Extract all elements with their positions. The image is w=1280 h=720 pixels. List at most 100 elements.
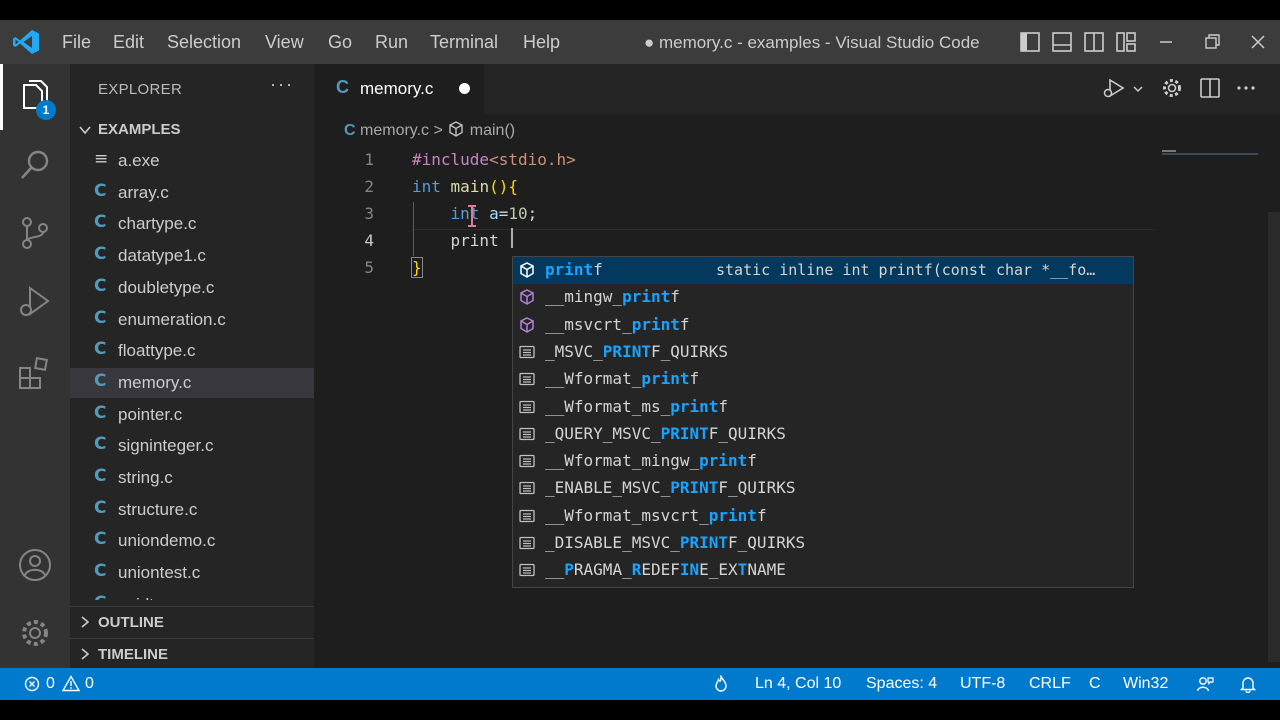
explorer-more-actions[interactable]: ··· — [270, 74, 294, 95]
suggest-item[interactable]: __Wformat_msvcrt_printf — [513, 503, 1133, 530]
file-item[interactable]: Cuniondemo.c — [70, 526, 314, 556]
file-item[interactable]: Cchartype.c — [70, 209, 314, 239]
manage-gear-icon[interactable] — [16, 614, 54, 652]
toggle-secondary-sidebar-icon[interactable] — [1082, 30, 1106, 54]
suggest-item[interactable]: __mingw_printf — [513, 284, 1133, 311]
source-control-icon[interactable] — [16, 214, 54, 252]
timeline-section[interactable]: TIMELINE — [70, 638, 314, 669]
file-name: structure.c — [118, 499, 198, 519]
extensions-icon[interactable] — [16, 354, 54, 392]
suggest-widget[interactable]: printf __mingw_printf __msvcrt_printf _MSVC… — [512, 256, 1134, 588]
file-item[interactable]: Cstring.c — [70, 463, 314, 493]
menu-run[interactable]: Run — [375, 32, 408, 53]
file-item[interactable]: Cdatatype1.c — [70, 241, 314, 271]
suggest-item[interactable]: _ENABLE_MSVC_PRINTF_QUIRKS — [513, 475, 1133, 502]
menu-help[interactable]: Help — [523, 32, 560, 53]
minimize-icon[interactable] — [1154, 30, 1178, 54]
code-line: #include<stdio.h> — [412, 150, 576, 169]
search-icon[interactable] — [16, 146, 54, 184]
folder-examples[interactable]: EXAMPLES — [70, 116, 314, 144]
error-icon[interactable] — [24, 676, 40, 692]
suggest-item[interactable]: _QUERY_MSVC_PRINTF_QUIRKS — [513, 421, 1133, 448]
cursor-position[interactable]: Ln 4, Col 10 — [755, 675, 841, 693]
suggest-item[interactable]: __PRAGMA_REDEFINE_EXTNAME — [513, 557, 1133, 584]
suggest-text: RAGMA_ — [573, 560, 632, 580]
line-number: 4 — [364, 231, 374, 250]
file-name: string.c — [118, 468, 173, 487]
tab-label: memory.c — [360, 79, 434, 98]
text-symbol-icon — [519, 564, 535, 577]
restore-icon[interactable] — [1200, 30, 1224, 54]
file-name: doubletype.c — [118, 277, 215, 297]
suggest-text: NAME — [747, 560, 786, 580]
file-item[interactable]: Cmemory.c — [70, 367, 314, 398]
breadcrumb-symbol[interactable]: main() — [470, 122, 515, 139]
tab-memory-c[interactable]: C memory.c — [314, 64, 484, 114]
breadcrumb-file[interactable]: memory.c — [360, 122, 429, 139]
error-count[interactable]: 0 — [46, 675, 55, 693]
close-icon[interactable] — [1246, 30, 1270, 54]
c-file-icon: C — [94, 339, 107, 360]
menu-go[interactable]: Go — [328, 32, 352, 53]
run-debug-dropdown-icon[interactable] — [1102, 76, 1126, 100]
file-name: datatype1.c — [118, 246, 206, 266]
letterbox-top — [0, 0, 1280, 20]
suggest-item[interactable]: _MSVC_PRINTF_QUIRKS — [513, 339, 1133, 366]
suggest-item[interactable]: __Wformat_ms_printf — [513, 394, 1133, 421]
suggest-item[interactable]: __Wformat_mingw_printf — [513, 448, 1133, 475]
chevron-down-icon[interactable] — [1132, 84, 1144, 94]
settings-gear-icon[interactable] — [1160, 76, 1184, 100]
toggle-panel-icon[interactable] — [1050, 30, 1074, 54]
file-item[interactable]: Cfloattype.c — [70, 336, 314, 366]
suggest-text: __Wformat_ms_ — [545, 396, 671, 416]
feedback-icon[interactable] — [1196, 675, 1214, 693]
suggest-label: __Wformat_mingw_printf — [545, 451, 757, 470]
live-share-flame-icon[interactable] — [712, 675, 730, 693]
language-mode[interactable]: C — [1089, 675, 1101, 693]
file-item[interactable]: Carray.c — [70, 178, 314, 208]
suggest-item[interactable]: _DISABLE_MSVC_PRINTF_QUIRKS — [513, 530, 1133, 557]
menu-view[interactable]: View — [265, 32, 304, 53]
suggest-match: PRINT — [602, 341, 651, 361]
editor-scrollbar[interactable] — [1268, 212, 1280, 662]
notifications-bell-icon[interactable] — [1239, 675, 1257, 693]
encoding[interactable]: UTF-8 — [960, 675, 1005, 693]
suggest-item[interactable]: __Wformat_printf — [513, 366, 1133, 393]
file-item[interactable]: Cpointer.c — [70, 400, 314, 430]
suggest-text: F_QUIRKS — [718, 478, 796, 498]
indentation[interactable]: Spaces: 4 — [866, 675, 937, 693]
toggle-primary-sidebar-icon[interactable] — [1018, 30, 1042, 54]
line-endings[interactable]: CRLF — [1029, 675, 1071, 693]
suggest-text: __Wformat_mingw_ — [545, 451, 700, 471]
minimap[interactable] — [1162, 150, 1258, 158]
menu-edit[interactable]: Edit — [113, 32, 144, 53]
warning-count[interactable]: 0 — [85, 675, 94, 693]
file-item[interactable]: ≡ a.exe — [70, 146, 314, 176]
suggest-item[interactable]: __msvcrt_printf — [513, 312, 1133, 339]
file-item[interactable]: Cdoubletype.c — [70, 273, 314, 303]
menu-selection[interactable]: Selection — [167, 32, 241, 53]
suggest-text: _QUERY_MSVC_ — [545, 423, 661, 443]
split-editor-icon[interactable] — [1198, 76, 1222, 100]
warning-icon[interactable] — [62, 675, 80, 692]
menu-file[interactable]: File — [62, 32, 91, 53]
file-item[interactable]: Cuniontest.c — [70, 558, 314, 588]
unsaved-dot-icon[interactable] — [459, 83, 470, 94]
customize-layout-icon[interactable] — [1114, 30, 1138, 54]
chevron-right-icon — [81, 648, 90, 660]
file-item[interactable]: Csigninteger.c — [70, 431, 314, 461]
suggest-text: _MSVC_ — [545, 341, 603, 361]
accounts-icon[interactable] — [16, 546, 54, 584]
file-item[interactable]: Cvoidtype.c — [70, 590, 314, 600]
menu-terminal[interactable]: Terminal — [430, 32, 498, 53]
c-file-icon: C — [94, 212, 107, 233]
platform-config[interactable]: Win32 — [1123, 675, 1168, 693]
file-item[interactable]: Cstructure.c — [70, 495, 314, 525]
file-item[interactable]: Cenumeration.c — [70, 305, 314, 335]
method-cube-icon — [520, 262, 534, 278]
text-symbol-icon — [519, 345, 535, 359]
outline-section[interactable]: OUTLINE — [70, 606, 314, 637]
method-cube-icon — [520, 316, 534, 333]
more-actions-icon[interactable] — [1234, 76, 1258, 100]
run-debug-icon[interactable] — [16, 282, 54, 320]
